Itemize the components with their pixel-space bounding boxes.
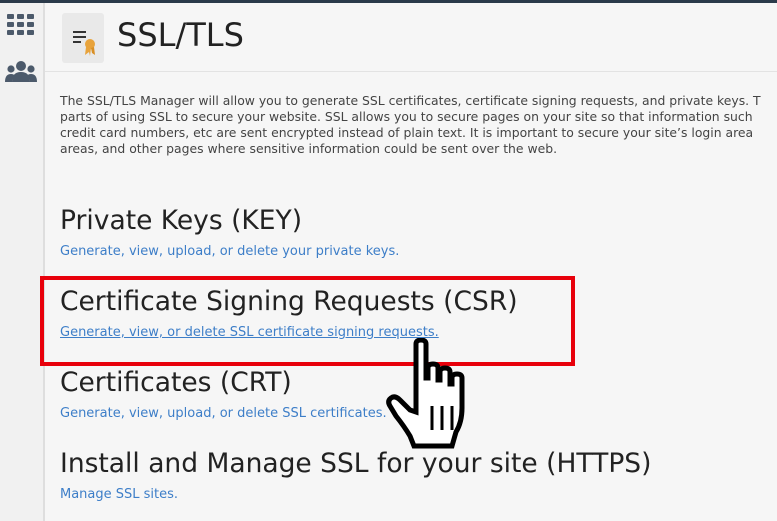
section-title-certificates: Certificates (CRT) [60, 367, 292, 398]
section-title-private-keys: Private Keys (KEY) [60, 205, 303, 236]
section-certificates: Certificates (CRT) Generate, view, uploa… [60, 366, 387, 423]
intro-text: The SSL/TLS Manager will allow you to ge… [60, 93, 777, 157]
hand-pointer-cursor-icon [386, 337, 480, 458]
section-title-install-ssl: Install and Manage SSL for your site (HT… [60, 448, 652, 479]
intro-line: areas, and other pages where sensitive i… [60, 141, 558, 156]
certificate-document-icon [62, 13, 104, 63]
users-icon[interactable] [5, 58, 37, 88]
highlight-box [40, 276, 575, 366]
certificates-link[interactable]: Generate, view, upload, or delete SSL ce… [60, 405, 387, 423]
grid-icon[interactable] [5, 10, 37, 40]
section-install-ssl: Install and Manage SSL for your site (HT… [60, 447, 651, 504]
left-sidebar [0, 3, 45, 521]
page-header: SSL/TLS [45, 3, 777, 72]
manage-ssl-sites-link[interactable]: Manage SSL sites. [60, 486, 651, 504]
intro-line: parts of using SSL to secure your websit… [60, 109, 753, 124]
intro-line: credit card numbers, etc are sent encryp… [60, 125, 754, 140]
page-title: SSL/TLS [117, 16, 244, 54]
private-keys-link[interactable]: Generate, view, upload, or delete your p… [60, 243, 399, 261]
section-private-keys: Private Keys (KEY) Generate, view, uploa… [60, 204, 399, 261]
intro-line: The SSL/TLS Manager will allow you to ge… [60, 93, 761, 108]
